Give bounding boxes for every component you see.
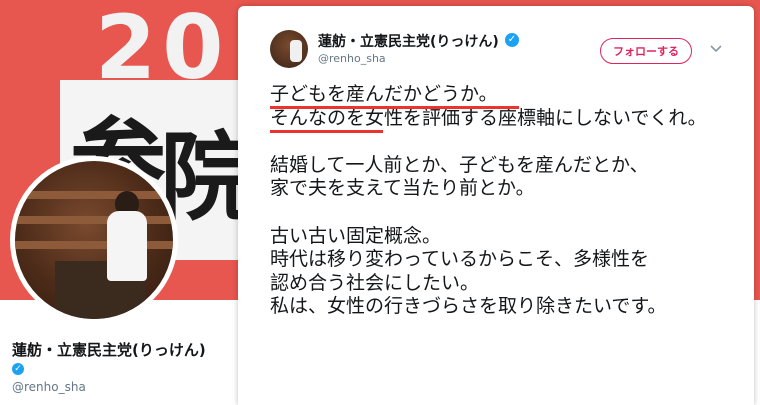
highlight-underline-1 <box>270 106 519 109</box>
tweet-author-avatar[interactable] <box>270 30 308 68</box>
tweet-author-name[interactable]: 蓮舫・立憲民主党(りっけん) <box>318 31 499 51</box>
tweet-card: 蓮舫・立憲民主党(りっけん) ✓ @renho_sha フォローする 子どもを産… <box>238 6 754 405</box>
verified-icon: ✓ <box>12 363 24 375</box>
profile-avatar[interactable] <box>10 156 178 324</box>
profile-handle[interactable]: @renho_sha <box>12 380 86 394</box>
tweet-text: 子どもを産んだかどうか。 そんなのを女性を評価する座標軸にしないでくれ。 結婚し… <box>270 83 707 318</box>
tweet-author-handle[interactable]: @renho_sha <box>318 52 386 65</box>
chevron-down-icon[interactable] <box>708 40 724 56</box>
highlight-underline-2 <box>270 130 383 133</box>
follow-button[interactable]: フォローする <box>600 38 692 64</box>
profile-name[interactable]: 蓮舫・立憲民主党(りっけん) <box>12 339 206 360</box>
verified-icon: ✓ <box>505 33 519 47</box>
